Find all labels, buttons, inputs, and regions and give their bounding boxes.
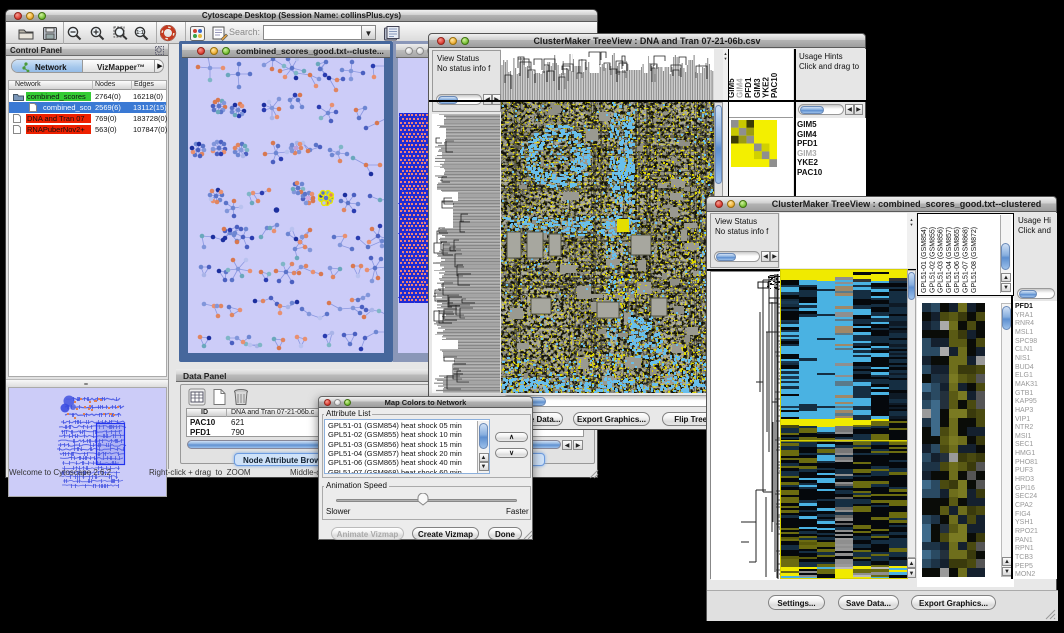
svg-text:GPL51-01 (GSM854): GPL51-01 (GSM854) <box>921 227 928 293</box>
svg-text:GPL51-08 (GSM872): GPL51-08 (GSM872) <box>971 227 978 293</box>
svg-text:GPL51-02 (GSM855): GPL51-02 (GSM855) <box>929 227 936 293</box>
svg-text:GPL51-07 (GSM868): GPL51-07 (GSM868) <box>963 227 970 293</box>
svg-text:GPL51-04 (GSM857): GPL51-04 (GSM857) <box>946 227 953 293</box>
svg-text:GPL51-03 (GSM856): GPL51-03 (GSM856) <box>938 227 945 293</box>
svg-text:1:1: 1:1 <box>136 30 143 36</box>
svg-text:PAC10: PAC10 <box>770 72 779 98</box>
svg-text:GPL51-06 (GSM865): GPL51-06 (GSM865) <box>954 227 961 293</box>
